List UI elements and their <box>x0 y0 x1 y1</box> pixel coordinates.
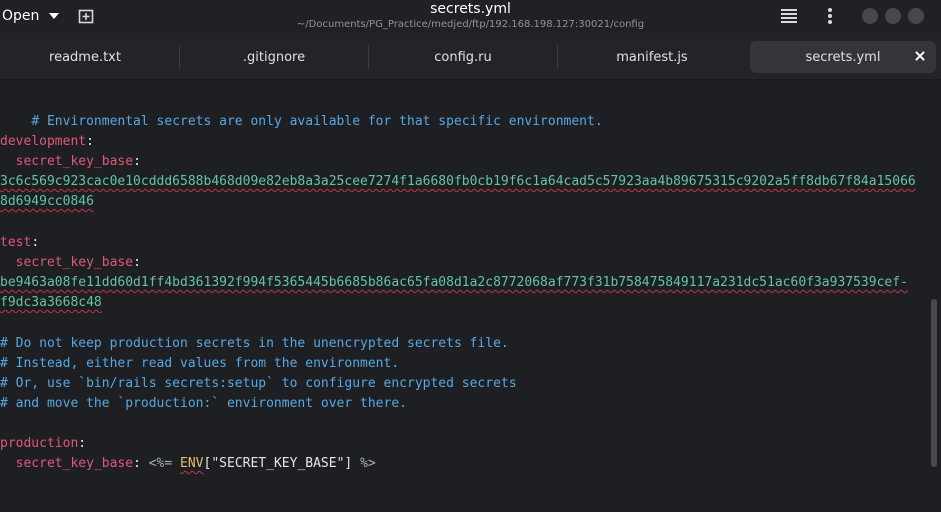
code-line: test: <box>0 233 39 253</box>
code-line: 8d6949cc0846 <box>0 192 94 212</box>
vertical-scrollbar[interactable] <box>931 299 937 467</box>
tab-label: readme.txt <box>49 49 121 65</box>
code-line: # Environmental secrets are only availab… <box>0 92 602 129</box>
code-line: # Or, use `bin/rails secrets:setup` to c… <box>0 374 517 394</box>
kebab-menu-icon[interactable] <box>827 8 833 24</box>
tab-gitignore[interactable]: .gitignore <box>180 41 368 73</box>
code-line: development: <box>0 132 94 152</box>
tab-manifest[interactable]: manifest.js <box>558 41 746 73</box>
open-button-label: Open <box>2 8 40 24</box>
code-line: # Do not keep production secrets in the … <box>0 334 509 354</box>
code-comment: # and move the `production:` environment… <box>0 396 407 411</box>
erb-close-tag: %> <box>360 456 376 471</box>
minimize-icon[interactable] <box>862 8 878 24</box>
chevron-down-icon <box>49 13 60 19</box>
code-comment: # Do not keep production secrets in the … <box>0 336 509 351</box>
yaml-key: secret_key_base <box>15 154 134 169</box>
yaml-colon: : <box>86 134 94 149</box>
hamburger-menu-icon[interactable] <box>781 9 797 23</box>
yaml-colon: : <box>31 235 40 250</box>
tab-config-ru[interactable]: config.ru <box>369 41 557 73</box>
env-argument: ["SECRET_KEY_BASE"] <box>203 456 353 471</box>
yaml-key: production <box>0 436 79 451</box>
yaml-colon: : <box>133 255 141 270</box>
code-comment: # Instead, either read values from the e… <box>0 356 400 371</box>
yaml-key: development <box>0 134 87 149</box>
maximize-icon[interactable] <box>885 8 901 24</box>
code-line: # Instead, either read values from the e… <box>0 354 399 374</box>
tab-label: config.ru <box>434 49 492 65</box>
yaml-key: test <box>0 235 32 250</box>
open-button[interactable]: Open <box>0 4 61 28</box>
file-path: ~/Documents/PG_Practice/medjed/ftp/192.1… <box>296 19 645 30</box>
code-line: # and move the `production:` environment… <box>0 394 407 414</box>
secret-value: 3c6c569c923cac0e10cddd6588b468d09e82eb8a… <box>0 174 916 189</box>
code-line: secret_key_base: <box>0 253 141 273</box>
code-line: secret_key_base: <%= ENV["SECRET_KEY_BAS… <box>0 454 376 474</box>
new-tab-button[interactable] <box>78 8 94 24</box>
secret-value: 8d6949cc0846 <box>0 194 94 209</box>
code-comment: # Environmental secrets are only availab… <box>31 114 603 129</box>
close-icon[interactable] <box>914 50 926 62</box>
window-title-area: secrets.yml ~/Documents/PG_Practice/medj… <box>250 1 691 32</box>
code-line: production: <box>0 434 86 454</box>
tab-readme[interactable]: readme.txt <box>0 41 170 73</box>
code-line: 3c6c569c923cac0e10cddd6588b468d09e82eb8a… <box>0 172 916 192</box>
yaml-colon: : <box>133 154 141 169</box>
secret-value: f9dc3a3668c48 <box>0 295 102 310</box>
erb-open-tag: <%= <box>148 456 173 471</box>
yaml-key: secret_key_base <box>15 255 134 270</box>
new-tab-icon <box>78 9 94 24</box>
tab-label: .gitignore <box>242 49 306 65</box>
close-window-icon[interactable] <box>908 8 924 24</box>
yaml-colon: : <box>78 436 87 451</box>
code-comment: # Or, use `bin/rails secrets:setup` to c… <box>0 376 517 391</box>
env-call: ENV <box>180 456 204 471</box>
header-bar: Open secrets.yml ~/Documents/PG_Practice… <box>0 0 941 33</box>
window-title: secrets.yml <box>430 1 511 17</box>
tab-label: manifest.js <box>616 49 688 65</box>
text-editor[interactable]: # Environmental secrets are only availab… <box>0 81 941 512</box>
yaml-colon: : <box>133 456 141 471</box>
code-line: secret_key_base: <box>0 152 141 172</box>
tab-label: secrets.yml <box>805 49 881 65</box>
tab-bar: readme.txt .gitignore config.ru manifest… <box>0 33 941 80</box>
yaml-key: secret_key_base <box>15 456 134 471</box>
code-line: be9463a08fe11dd60d1ff4bd361392f994f53654… <box>0 273 908 293</box>
tab-secrets[interactable]: secrets.yml <box>750 41 936 73</box>
code-line: f9dc3a3668c48 <box>0 293 102 313</box>
secret-value: be9463a08fe11dd60d1ff4bd361392f994f53654… <box>0 275 908 290</box>
